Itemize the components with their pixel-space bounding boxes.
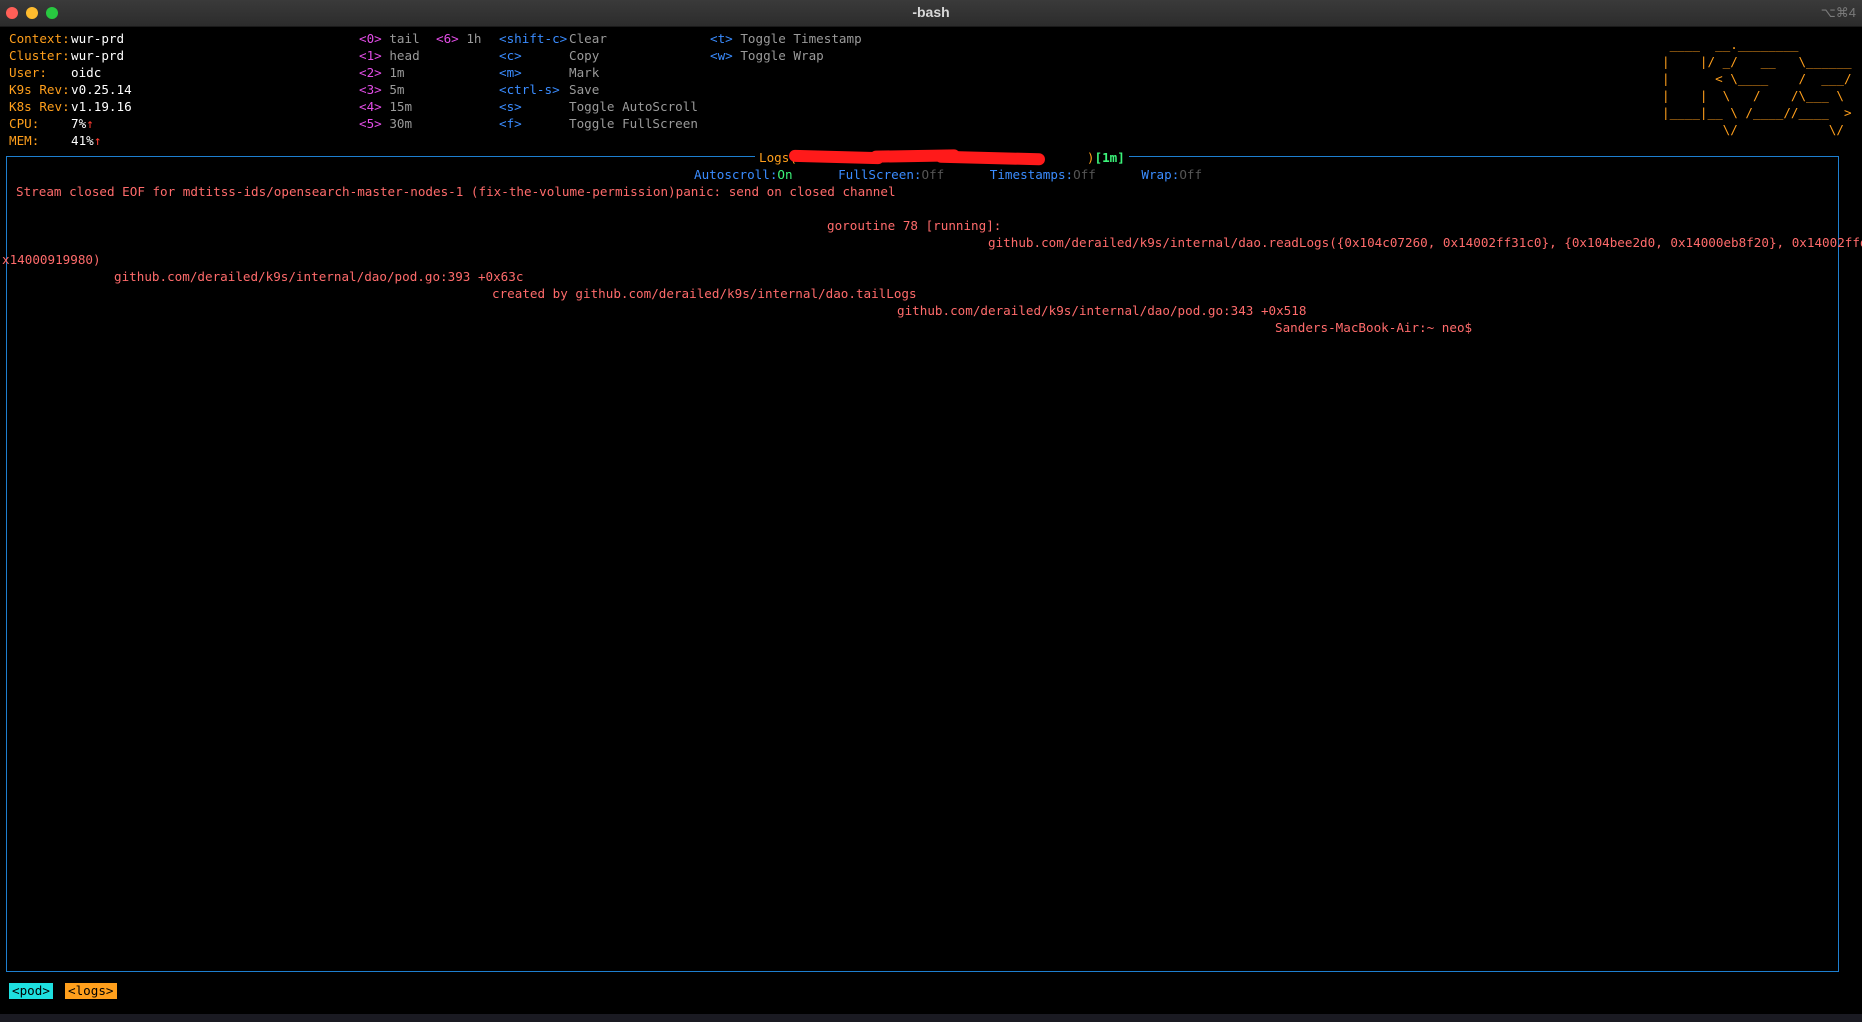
window-title: -bash	[912, 4, 950, 20]
cluster-value: wur-prd	[71, 48, 125, 63]
hotkey-1m[interactable]: <2> 1m	[359, 64, 405, 81]
hotkey-head[interactable]: <1> head	[359, 47, 420, 64]
log-since-badge: [1m]	[1094, 150, 1125, 165]
mem-label: MEM:	[9, 133, 40, 148]
log-line: github.com/derailed/k9s/internal/dao/pod…	[114, 269, 524, 284]
fullscreen-value: Off	[921, 167, 945, 182]
cpu-label: CPU:	[9, 116, 40, 131]
log-line: x14000919980)	[2, 252, 101, 267]
context-value: wur-prd	[71, 31, 125, 46]
cpu-value: 7%	[71, 116, 87, 131]
window-titlebar: -bash ⌥⌘4	[0, 0, 1862, 27]
cluster-info-row: Context:	[9, 31, 70, 46]
hotkey-1h[interactable]: <6> 1h	[436, 30, 482, 47]
hotkey-mark-desc: Mark	[569, 65, 600, 80]
log-line: Stream closed EOF for mdtitss-ids/opense…	[16, 184, 896, 199]
k9s-rev-label: K9s Rev:	[9, 82, 70, 97]
hotkey-clear-desc: Clear	[569, 31, 607, 46]
hotkey-fullscreen-desc: Toggle FullScreen	[569, 116, 698, 131]
hotkey-autoscroll-desc: Toggle AutoScroll	[569, 99, 698, 114]
user-value: oidc	[71, 65, 102, 80]
hotkey-copy-desc: Copy	[569, 48, 600, 63]
timestamps-label: Timestamps:	[989, 167, 1074, 182]
hotkey-mark-key[interactable]: <m>	[499, 64, 522, 81]
k9s-rev-value: v0.25.14	[71, 82, 132, 97]
hotkey-tail[interactable]: <0> tail	[359, 30, 420, 47]
hotkey-copy-key[interactable]: <c>	[499, 47, 522, 64]
wrap-label: Wrap:	[1141, 167, 1180, 182]
log-line: goroutine 78 [running]:	[827, 218, 1002, 233]
hotkey-clear-key[interactable]: <shift-c>	[499, 30, 567, 47]
autoscroll-label: Autoscroll:	[694, 167, 778, 182]
hotkey-5m[interactable]: <3> 5m	[359, 81, 405, 98]
hotkey-autoscroll-key[interactable]: <s>	[499, 98, 522, 115]
wrap-value: Off	[1179, 167, 1203, 182]
mem-value: 41%	[71, 133, 94, 148]
log-line: Sanders-MacBook-Air:~ neo$	[1275, 320, 1473, 335]
log-status-bar: Autoscroll:On FullScreen:Off Timestamps:…	[694, 166, 1202, 183]
cluster-label: Cluster:	[9, 48, 70, 63]
redaction-mark	[869, 149, 961, 163]
breadcrumb-pod[interactable]: <pod>	[9, 983, 53, 999]
autoscroll-value: On	[777, 167, 793, 182]
mem-trend-up-icon: ↑	[93, 133, 102, 148]
hotkey-save-desc: Save	[569, 82, 600, 97]
cpu-value-wrap: 7%↑	[71, 115, 94, 132]
hotkey-timestamp[interactable]: <t> Toggle Timestamp	[710, 30, 862, 47]
log-line: created by github.com/derailed/k9s/inter…	[492, 286, 917, 301]
log-line: github.com/derailed/k9s/internal/dao.rea…	[988, 235, 1862, 250]
hotkey-fullscreen-key[interactable]: <f>	[499, 115, 522, 132]
hotkey-save-key[interactable]: <ctrl-s>	[499, 81, 560, 98]
hotkey-15m[interactable]: <4> 15m	[359, 98, 412, 115]
user-label: User:	[9, 65, 47, 80]
k8s-rev-value: v1.19.16	[71, 99, 132, 114]
fullscreen-label: FullScreen:	[838, 167, 922, 182]
window-shortcut: ⌥⌘4	[1820, 5, 1856, 20]
hotkey-30m[interactable]: <5> 30m	[359, 115, 412, 132]
timestamps-value: Off	[1073, 167, 1096, 182]
hotkey-wrap[interactable]: <w> Toggle Wrap	[710, 47, 824, 64]
mem-value-wrap: 41%↑	[71, 132, 101, 149]
breadcrumb-logs[interactable]: <logs>	[65, 983, 117, 999]
cpu-trend-up-icon: ↑	[86, 116, 94, 131]
k8s-rev-label: K8s Rev:	[9, 99, 70, 114]
log-line: github.com/derailed/k9s/internal/dao/pod…	[897, 303, 1307, 318]
tmux-status-strip	[0, 1014, 1862, 1022]
